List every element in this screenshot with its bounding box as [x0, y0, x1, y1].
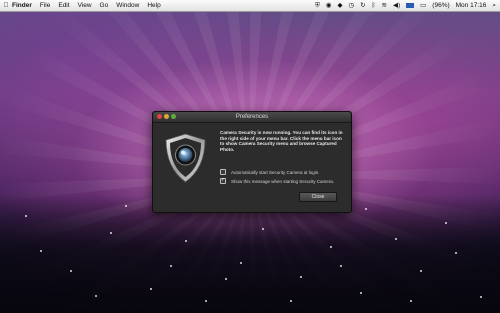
- preferences-window: Preferences Camera Security is now runni…: [152, 111, 352, 213]
- star: [480, 296, 482, 298]
- auto-start-checkbox[interactable]: [220, 169, 226, 175]
- star: [185, 240, 187, 242]
- menu-file[interactable]: File: [40, 0, 50, 11]
- star: [395, 238, 397, 240]
- shield-camera-icon: [163, 132, 208, 184]
- star: [365, 208, 367, 210]
- menu-bar:  Finder File Edit View Go Window Help ⛨…: [0, 0, 500, 12]
- shield-status-icon[interactable]: ⛨: [315, 0, 320, 11]
- menu-view[interactable]: View: [78, 0, 92, 11]
- input-flag-icon[interactable]: [406, 3, 415, 8]
- star: [110, 232, 112, 234]
- star: [225, 278, 227, 280]
- star: [360, 292, 362, 294]
- star: [70, 270, 72, 272]
- close-button[interactable]: Close: [299, 192, 337, 202]
- camera-status-icon[interactable]: ◉: [326, 0, 332, 11]
- show-message-label: Show this message when starting Security…: [231, 178, 335, 184]
- menu-finder[interactable]: Finder: [12, 0, 32, 11]
- option-show-message[interactable]: Show this message when starting Security…: [220, 177, 335, 184]
- dropbox-icon[interactable]: ◆: [337, 0, 342, 11]
- menu-edit[interactable]: Edit: [58, 0, 69, 11]
- star: [290, 300, 292, 302]
- window-titlebar[interactable]: Preferences: [153, 112, 351, 123]
- spotlight-icon[interactable]: ⌕: [492, 0, 496, 11]
- show-message-checkbox[interactable]: [220, 177, 226, 184]
- star: [262, 228, 264, 230]
- star: [340, 265, 342, 267]
- star: [170, 265, 172, 267]
- battery-icon[interactable]: ▭: [420, 0, 426, 11]
- menu-window[interactable]: Window: [116, 0, 139, 11]
- star: [330, 246, 332, 248]
- option-auto-start[interactable]: Automatically start Security Camera at l…: [220, 169, 320, 175]
- volume-icon[interactable]: ◀): [393, 0, 400, 11]
- auto-start-label: Automatically start Security Camera at l…: [231, 169, 320, 175]
- star: [150, 288, 152, 290]
- menu-help[interactable]: Help: [147, 0, 160, 11]
- battery-percent: (96%): [432, 2, 450, 9]
- star: [300, 276, 302, 278]
- info-message: Camera Security is now running. You can …: [220, 130, 343, 152]
- star: [125, 205, 127, 207]
- star: [410, 300, 412, 302]
- clock[interactable]: Mon 17:16: [456, 0, 487, 11]
- window-title: Preferences: [235, 114, 269, 120]
- time-machine-icon[interactable]: ◷: [348, 0, 354, 11]
- star: [205, 300, 207, 302]
- menu-go[interactable]: Go: [100, 0, 109, 11]
- star: [240, 262, 242, 264]
- star: [445, 222, 447, 224]
- star: [420, 270, 422, 272]
- star: [455, 252, 457, 254]
- sync-icon[interactable]: ↻: [360, 0, 365, 11]
- star: [25, 215, 27, 217]
- wifi-icon[interactable]: ≋: [382, 0, 387, 11]
- bluetooth-icon[interactable]: ᛒ: [372, 0, 376, 11]
- star: [95, 295, 97, 297]
- star: [40, 250, 42, 252]
- apple-menu-icon[interactable]: : [0, 2, 12, 9]
- status-area: ⛨ ◉ ◆ ◷ ↻ ᛒ ≋ ◀) ▭ (96%) Mon 17:16 ⌕: [315, 0, 496, 11]
